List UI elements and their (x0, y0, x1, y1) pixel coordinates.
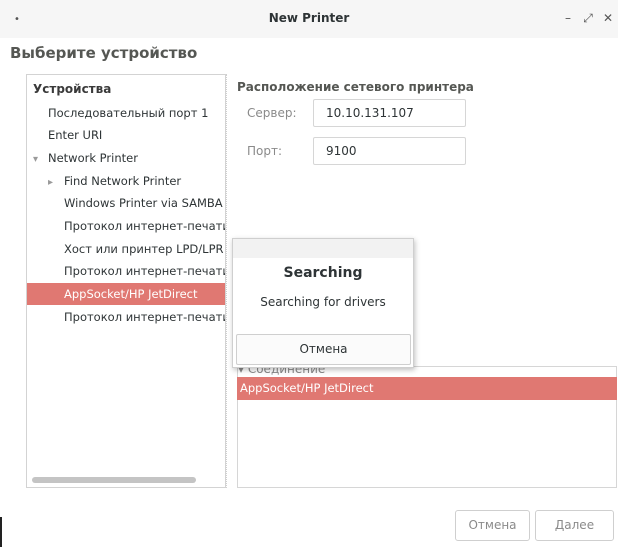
dialog-cancel-button[interactable]: Отмена (236, 334, 411, 365)
device-item-label: Find Network Printer (64, 174, 182, 188)
device-item-ipps[interactable]: Протокол интернет-печати (ipps) (27, 306, 226, 328)
window-title: New Printer (268, 11, 350, 25)
searching-dialog: Searching Searching for drivers Отмена (232, 238, 414, 368)
chevron-down-icon[interactable]: ▾ (33, 149, 48, 171)
port-input[interactable]: 9100 (313, 137, 466, 165)
dialog-header (233, 239, 413, 258)
chevron-right-icon[interactable]: ▸ (48, 172, 64, 194)
title-bar: • New Printer – ⤢ ✕ (0, 0, 618, 38)
device-item-samba[interactable]: Windows Printer via SAMBA (27, 192, 225, 214)
connection-item-appsocket[interactable]: AppSocket/HP JetDirect (237, 377, 617, 400)
window-edge (0, 517, 2, 547)
minimize-icon[interactable]: – (560, 10, 576, 26)
device-list-heading: Устройства (33, 82, 112, 96)
device-item-enter-uri[interactable]: Enter URI (27, 124, 225, 146)
device-item-label: Windows Printer via SAMBA (64, 196, 223, 210)
device-item-label: Хост или принтер LPD/LPR (64, 242, 224, 256)
device-item-find-network-printer[interactable]: ▸ Find Network Printer (27, 170, 225, 194)
device-item-appsocket[interactable]: AppSocket/HP JetDirect (27, 283, 225, 305)
device-item-label: Последовательный порт 1 (48, 106, 209, 120)
close-icon[interactable]: ✕ (600, 10, 616, 26)
cancel-button[interactable]: Отмена (455, 510, 530, 541)
device-item-label: Network Printer (48, 151, 138, 165)
device-item-ipp[interactable]: Протокол интернет-печати (ipp) (27, 215, 226, 237)
device-item-ipp-https[interactable]: Протокол интернет-печати (https) (27, 260, 226, 282)
dialog-title: Searching (283, 265, 363, 281)
page-title: Выберите устройство (10, 44, 198, 62)
device-item-label: Протокол интернет-печати (ipp) (64, 219, 226, 233)
next-button[interactable]: Далее (535, 510, 614, 541)
server-label: Сервер: (247, 106, 297, 120)
device-item-label: Протокол интернет-печати (https) (64, 264, 226, 278)
server-input[interactable]: 10.10.131.107 (313, 99, 466, 127)
maximize-icon[interactable]: ⤢ (580, 10, 596, 26)
device-item-lpd[interactable]: Хост или принтер LPD/LPR (27, 238, 225, 260)
device-item-network-printer[interactable]: ▾ Network Printer (27, 147, 225, 171)
port-label: Порт: (247, 144, 283, 158)
device-item-label: AppSocket/HP JetDirect (64, 287, 198, 301)
pane-divider[interactable] (226, 74, 227, 488)
dialog-message: Searching for drivers (260, 295, 386, 309)
device-item-label: Enter URI (48, 128, 103, 142)
network-location-title: Расположение сетевого принтера (237, 80, 474, 94)
horizontal-scrollbar[interactable] (32, 477, 196, 483)
device-list[interactable]: Устройства Последовательный порт 1 Enter… (26, 74, 226, 488)
device-item-label: Протокол интернет-печати (ipps) (64, 310, 226, 324)
device-item-serial-port[interactable]: Последовательный порт 1 (27, 102, 225, 124)
